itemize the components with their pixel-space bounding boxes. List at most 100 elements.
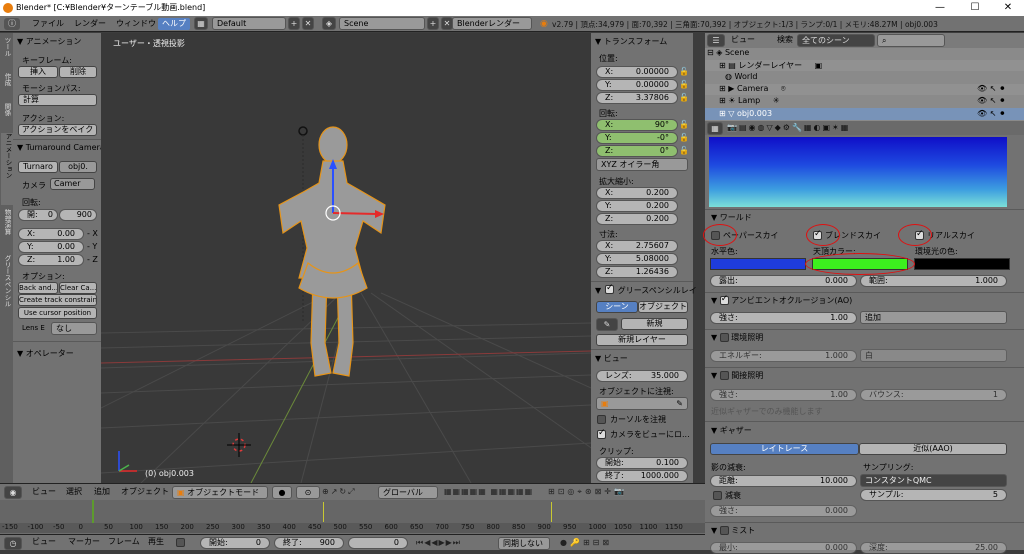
scene-add-icon[interactable]: + <box>427 17 439 30</box>
bounce-field[interactable]: バウンス: 1 <box>860 389 1007 401</box>
pivot-select[interactable]: ⊙ <box>296 486 320 499</box>
shading-select[interactable]: ● <box>272 486 292 499</box>
outliner-editor-icon[interactable]: ☰ <box>707 34 725 47</box>
turnaround-header[interactable]: ▼ Turnaround Camera <box>17 143 105 152</box>
lock-cursor-checkbox[interactable] <box>597 415 606 424</box>
outliner-item-camera[interactable]: ⊞ ▶ Camera ⌾ 👁 ↖ ⚫ <box>705 84 1024 95</box>
ao-blend-select[interactable]: 追加 <box>860 311 1007 324</box>
tab-grease-pencil[interactable]: グリースペンシル <box>1 255 12 319</box>
maximize-button[interactable]: ☐ <box>960 0 990 16</box>
lock-icon[interactable]: 🔓 <box>679 93 689 103</box>
falloff-checkbox[interactable] <box>713 491 722 500</box>
lens-select[interactable]: なし <box>51 322 97 335</box>
object-menu[interactable]: オブジェクト <box>117 486 173 498</box>
ambient-color-swatch[interactable] <box>914 258 1010 270</box>
rot-z-field[interactable]: Z: 0° <box>596 145 678 157</box>
rot-x-field[interactable]: X: 90° <box>596 119 678 131</box>
3d-viewport[interactable]: ユーザー・透視投影 (0) obj0.003 <box>101 33 591 483</box>
ao-header[interactable]: ▼ アンビエントオクルージョン(AO) <box>711 294 852 306</box>
lock-icon[interactable]: 🔓 <box>679 80 689 90</box>
timeline-editor-icon[interactable]: ◷ <box>4 537 22 550</box>
menu-help[interactable]: ヘルプ <box>158 18 190 30</box>
layout-remove-icon[interactable]: ✕ <box>302 17 314 30</box>
lock-icon[interactable]: 🔓 <box>679 67 689 77</box>
ao-checkbox[interactable] <box>719 294 729 305</box>
insert-keyframe-button[interactable]: 挿入 <box>18 66 58 78</box>
scale-y-field[interactable]: Y: 0.200 <box>596 200 678 212</box>
lens-field[interactable]: レンズ: 35.000 <box>596 370 688 382</box>
outliner-item-obj[interactable]: ⊞ ▽ obj0.003 👁 ↖ ⚫ <box>705 108 1024 120</box>
scene-select[interactable]: Scene <box>339 17 425 30</box>
orientation-select[interactable]: グローバル <box>378 486 438 499</box>
raytrace-tab[interactable]: レイトレース <box>710 443 859 455</box>
end-frame-field[interactable]: 終了: 900 <box>274 537 344 549</box>
preview-range-checkbox[interactable] <box>176 538 185 547</box>
tab-animation[interactable]: アニメーション <box>1 133 13 205</box>
timeline-track[interactable] <box>0 500 705 524</box>
loc-z-field[interactable]: Z: 3.37806 <box>596 92 678 104</box>
horizon-color-swatch[interactable] <box>710 258 806 270</box>
menu-render[interactable]: レンダー <box>70 18 110 30</box>
indirect-header[interactable]: ▼ 間接照明 <box>711 370 763 381</box>
turn-z-field[interactable]: Z: 1.00 <box>18 254 84 266</box>
create-track-button[interactable]: Create track constraint <box>18 294 97 306</box>
sync-select[interactable]: 同期しない <box>498 537 550 550</box>
energy-field[interactable]: エネルギー: 1.000 <box>710 350 857 362</box>
operator-header[interactable]: ▼ オペレーター <box>17 348 74 359</box>
tab-physics[interactable]: 物理演算 <box>1 209 12 251</box>
scale-x-field[interactable]: X: 0.200 <box>596 187 678 199</box>
dim-z-field[interactable]: Z: 1.26436 <box>596 266 678 278</box>
mist-min-field[interactable]: 最小: 0.000 <box>710 542 857 554</box>
gp-new-layer-button[interactable]: 新規レイヤー <box>596 334 688 346</box>
turn-x-field[interactable]: X: 0.00 <box>18 228 84 240</box>
scale-z-field[interactable]: Z: 0.200 <box>596 213 678 225</box>
menu-window[interactable]: ウィンドウ <box>112 18 160 30</box>
outliner-item-world[interactable]: ◍ World <box>705 72 1024 83</box>
mode-select[interactable]: ▣ オブジェクトモード <box>172 486 268 499</box>
keying-icons[interactable]: ●🔑⊞⊟⊠ <box>560 538 660 548</box>
info-editor-icon[interactable]: ⓘ <box>4 18 20 30</box>
outliner-search-menu[interactable]: 検索 <box>773 34 797 46</box>
bake-action-button[interactable]: アクションをベイク <box>18 124 97 136</box>
neg-x-label[interactable]: - X <box>87 229 98 238</box>
back-and-button[interactable]: Back and... <box>18 282 58 294</box>
layer-buttons[interactable]: ▦▦▦▦▦ ▦▦▦▦▦ <box>444 487 544 497</box>
frame-menu[interactable]: フレーム <box>104 536 144 548</box>
delete-keyframe-button[interactable]: 削除 <box>59 66 97 78</box>
scene-icon[interactable]: ◈ <box>322 17 336 30</box>
env-color-select[interactable]: 白 <box>860 349 1007 362</box>
marker-menu[interactable]: マーカー <box>64 536 104 548</box>
minimize-button[interactable]: — <box>925 0 955 16</box>
playback-menu[interactable]: 再生 <box>144 536 168 548</box>
gp-object-tab[interactable]: オブジェクト <box>638 301 688 313</box>
context-icons[interactable]: 📷▤◉◍▽◆⚙🔧▦◐▣✶▦ <box>727 123 897 133</box>
range-field[interactable]: 範囲: 1.000 <box>860 275 1007 287</box>
start-frame-field[interactable]: 開始: 0 <box>200 537 270 549</box>
manipulator-icons[interactable]: ⊕↗↻⤢ <box>322 487 372 497</box>
properties-editor-icon[interactable]: ▦ <box>707 122 723 135</box>
outliner-item-scene[interactable]: ⊟ ◈ Scene <box>705 48 1024 59</box>
view-header[interactable]: ▼ ビュー <box>595 353 628 364</box>
outliner-display-select[interactable]: 全てのシーン <box>797 34 875 47</box>
layout-select[interactable]: Default <box>212 17 286 30</box>
playback-controls[interactable]: ⏮◀◀▶▶⏭ <box>416 538 496 548</box>
rot-y-field[interactable]: Y: -0° <box>596 132 678 144</box>
snap-icons[interactable]: ⊞⊡◎⌖⊛⊠✛📷 <box>548 487 698 497</box>
eye-icon[interactable]: 👁 ↖ ⚫ <box>977 84 1006 93</box>
exposure-field[interactable]: 露出: 0.000 <box>710 275 857 287</box>
timeline-view-menu[interactable]: ビュー <box>28 536 60 548</box>
approximate-tab[interactable]: 近似(AAO) <box>859 443 1007 455</box>
view-menu[interactable]: ビュー <box>28 486 60 498</box>
loc-y-field[interactable]: Y: 0.00000 <box>596 79 678 91</box>
distance-field[interactable]: 距離: 10.000 <box>710 475 857 487</box>
turn-y-field[interactable]: Y: 0.00 <box>18 241 84 253</box>
close-button[interactable]: ✕ <box>993 0 1023 16</box>
mist-depth-field[interactable]: 深度: 25.00 <box>860 542 1007 554</box>
neg-y-label[interactable]: - Y <box>87 242 97 251</box>
turnaround-button[interactable]: Turnaro <box>18 161 58 173</box>
indirect-checkbox[interactable] <box>719 371 729 380</box>
lock-object-field[interactable]: ▣ ✎ <box>596 397 688 410</box>
gather-header[interactable]: ▼ ギャザー <box>711 425 752 436</box>
current-frame-field[interactable]: 0 <box>348 537 408 549</box>
transform-header[interactable]: ▼ トランスフォーム <box>595 36 667 47</box>
